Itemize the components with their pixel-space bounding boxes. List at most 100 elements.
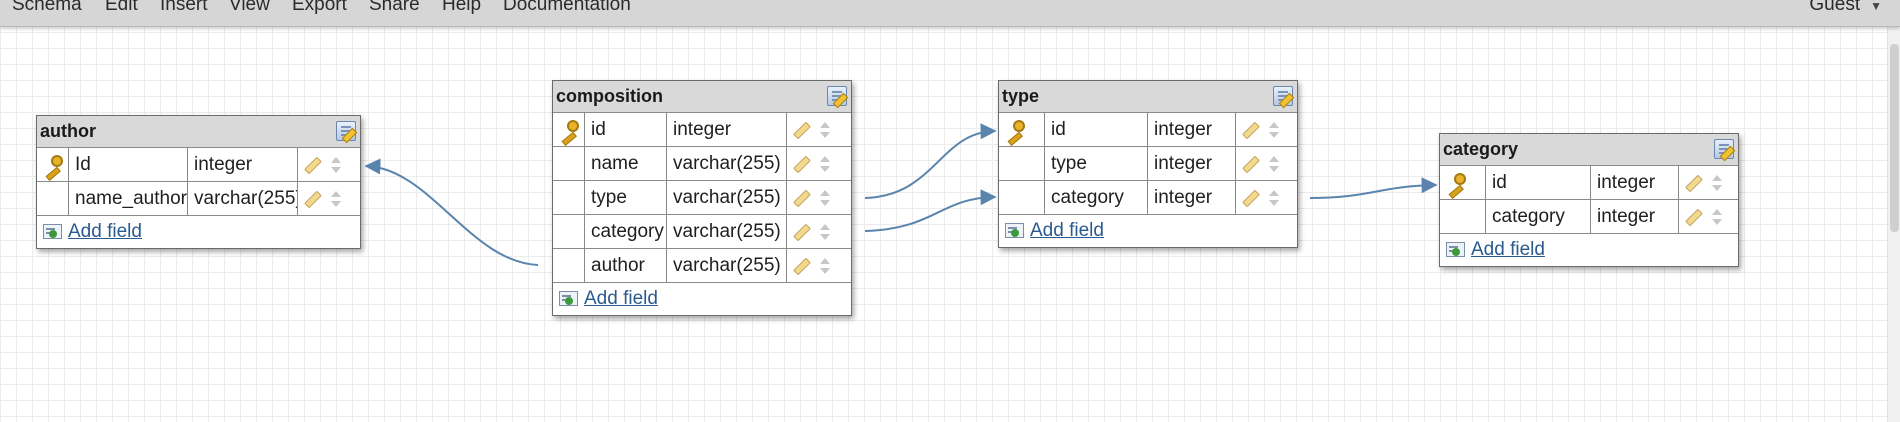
- sort-arrows-icon[interactable]: [820, 120, 830, 140]
- pencil-icon[interactable]: [1242, 155, 1260, 174]
- sort-arrows-icon[interactable]: [1269, 120, 1279, 140]
- add-field-icon[interactable]: [559, 291, 578, 306]
- user-menu[interactable]: Guest ▼: [1809, 0, 1882, 17]
- field-type[interactable]: integer: [667, 113, 787, 146]
- table-header[interactable]: composition: [553, 81, 851, 113]
- add-field-icon[interactable]: [1446, 242, 1465, 257]
- add-field-icon[interactable]: [43, 224, 62, 239]
- sort-arrows-icon[interactable]: [1712, 207, 1722, 227]
- field-actions: [787, 249, 849, 282]
- pencil-icon[interactable]: [1242, 121, 1260, 140]
- sort-arrows-icon[interactable]: [820, 154, 830, 174]
- field-row[interactable]: type varchar(255): [553, 181, 851, 215]
- field-type[interactable]: varchar(255): [188, 182, 298, 215]
- pencil-icon[interactable]: [793, 189, 811, 208]
- field-name[interactable]: id: [585, 113, 667, 146]
- pencil-icon[interactable]: [793, 155, 811, 174]
- field-type[interactable]: varchar(255): [667, 147, 787, 180]
- menu-help[interactable]: Help: [442, 0, 481, 16]
- add-field-link[interactable]: Add field: [584, 288, 658, 310]
- field-type[interactable]: integer: [1591, 166, 1679, 199]
- field-row[interactable]: id integer: [1440, 166, 1738, 200]
- field-type[interactable]: integer: [188, 148, 298, 181]
- field-actions: [787, 215, 849, 248]
- edit-table-icon[interactable]: [827, 86, 847, 106]
- field-row[interactable]: author varchar(255): [553, 249, 851, 283]
- field-type[interactable]: integer: [1148, 181, 1236, 214]
- field-name[interactable]: name: [585, 147, 667, 180]
- field-row[interactable]: category integer: [999, 181, 1297, 215]
- field-type[interactable]: integer: [1148, 147, 1236, 180]
- field-type[interactable]: integer: [1591, 200, 1679, 233]
- table-author[interactable]: author Id integer name_author varchar(25…: [36, 115, 361, 249]
- field-actions: [1236, 181, 1295, 214]
- edit-table-icon[interactable]: [1273, 86, 1293, 106]
- pencil-icon[interactable]: [1685, 174, 1703, 193]
- menu-insert[interactable]: Insert: [160, 0, 208, 16]
- field-name[interactable]: name_author: [69, 182, 188, 215]
- field-name[interactable]: type: [1045, 147, 1148, 180]
- pencil-icon[interactable]: [793, 257, 811, 276]
- field-name[interactable]: author: [585, 249, 667, 282]
- sort-arrows-icon[interactable]: [1269, 154, 1279, 174]
- edit-table-icon[interactable]: [336, 121, 356, 141]
- sort-arrows-icon[interactable]: [331, 155, 341, 175]
- add-field-row: Add field: [553, 283, 851, 315]
- add-field-icon[interactable]: [1005, 223, 1024, 238]
- key-cell: [37, 182, 69, 215]
- relation-composition-category-to-type-category: [864, 189, 997, 232]
- table-type[interactable]: type id integer type integer category in…: [998, 80, 1298, 248]
- menu-documentation[interactable]: Documentation: [503, 0, 631, 16]
- sort-arrows-icon[interactable]: [331, 189, 341, 209]
- field-type[interactable]: varchar(255): [667, 215, 787, 248]
- add-field-row: Add field: [999, 215, 1297, 247]
- field-row[interactable]: id integer: [553, 113, 851, 147]
- field-type[interactable]: varchar(255): [667, 181, 787, 214]
- field-row[interactable]: category integer: [1440, 200, 1738, 234]
- table-composition[interactable]: composition id integer name varchar(255)…: [552, 80, 852, 316]
- field-row[interactable]: id integer: [999, 113, 1297, 147]
- table-header[interactable]: type: [999, 81, 1297, 113]
- field-actions: [787, 113, 849, 146]
- sort-arrows-icon[interactable]: [1712, 173, 1722, 193]
- key-cell: [999, 147, 1045, 180]
- sort-arrows-icon[interactable]: [820, 256, 830, 276]
- menu-export[interactable]: Export: [292, 0, 347, 16]
- field-name[interactable]: category: [585, 215, 667, 248]
- pencil-icon[interactable]: [793, 121, 811, 140]
- add-field-link[interactable]: Add field: [68, 221, 142, 243]
- sort-arrows-icon[interactable]: [1269, 188, 1279, 208]
- field-name[interactable]: id: [1045, 113, 1148, 146]
- menu-view[interactable]: View: [229, 0, 270, 16]
- field-name[interactable]: category: [1045, 181, 1148, 214]
- menu-share[interactable]: Share: [369, 0, 420, 16]
- field-row[interactable]: category varchar(255): [553, 215, 851, 249]
- pencil-icon[interactable]: [1242, 189, 1260, 208]
- pencil-icon[interactable]: [793, 223, 811, 242]
- menu-schema[interactable]: Schema: [12, 0, 82, 16]
- field-type[interactable]: varchar(255): [667, 249, 787, 282]
- field-name[interactable]: type: [585, 181, 667, 214]
- add-field-link[interactable]: Add field: [1030, 220, 1104, 242]
- pencil-icon[interactable]: [304, 190, 322, 209]
- field-row[interactable]: type integer: [999, 147, 1297, 181]
- menu-edit[interactable]: Edit: [105, 0, 138, 16]
- pencil-icon[interactable]: [304, 156, 322, 175]
- table-header[interactable]: author: [37, 116, 360, 148]
- sort-arrows-icon[interactable]: [820, 188, 830, 208]
- user-name: Guest: [1809, 0, 1861, 15]
- add-field-link[interactable]: Add field: [1471, 239, 1545, 261]
- field-actions: [1236, 147, 1295, 180]
- field-name[interactable]: Id: [69, 148, 188, 181]
- edit-table-icon[interactable]: [1714, 139, 1734, 159]
- table-header[interactable]: category: [1440, 134, 1738, 166]
- field-name[interactable]: category: [1486, 200, 1591, 233]
- field-row[interactable]: name varchar(255): [553, 147, 851, 181]
- sort-arrows-icon[interactable]: [820, 222, 830, 242]
- field-row[interactable]: name_author varchar(255): [37, 182, 360, 216]
- pencil-icon[interactable]: [1685, 208, 1703, 227]
- field-type[interactable]: integer: [1148, 113, 1236, 146]
- field-row[interactable]: Id integer: [37, 148, 360, 182]
- table-category[interactable]: category id integer category integer Add…: [1439, 133, 1739, 267]
- field-name[interactable]: id: [1486, 166, 1591, 199]
